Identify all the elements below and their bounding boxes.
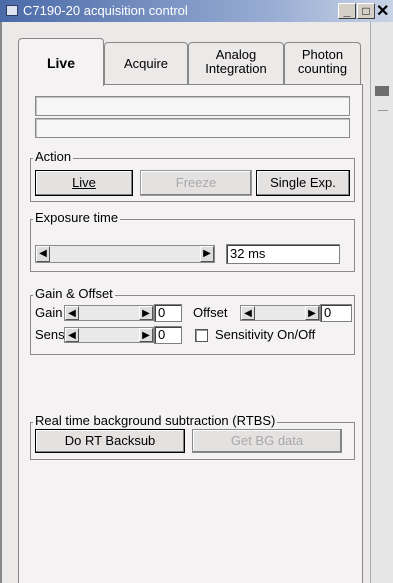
tab-photon-counting[interactable]: Photon counting — [284, 42, 361, 84]
sensitivity-checkbox-label: Sensitivity On/Off — [215, 327, 316, 342]
sensitivity-checkbox[interactable] — [195, 329, 208, 342]
scroll-right-arrow-icon[interactable]: ▶ — [305, 306, 319, 320]
divider — [378, 110, 388, 111]
app-icon[interactable] — [6, 5, 18, 16]
scroll-left-arrow-icon[interactable]: ◀ — [65, 328, 79, 342]
background-window-edge — [370, 22, 393, 583]
get-bg-data-button[interactable]: Get BG data — [192, 429, 342, 453]
sensitivity-slider[interactable]: ◀ ▶ — [64, 327, 154, 343]
status-box-1 — [35, 96, 350, 116]
offset-value-field[interactable]: 0 — [320, 304, 352, 322]
exposure-time-field[interactable]: 32 ms — [226, 244, 340, 264]
offset-label: Offset — [193, 305, 228, 320]
gain-value-field[interactable]: 0 — [154, 304, 182, 322]
window-title: C7190-20 acquisition control — [23, 3, 188, 18]
gain-offset-group-label: Gain & Offset — [33, 286, 115, 301]
close-icon[interactable]: ✕ — [376, 1, 389, 21]
tab-label: Acquire — [123, 56, 169, 71]
offset-slider[interactable]: ◀ ▶ — [240, 305, 320, 321]
tab-analog-integration[interactable]: Analog Integration — [188, 42, 284, 84]
status-box-2 — [35, 118, 350, 138]
gain-label: Gain — [35, 305, 63, 320]
freeze-button[interactable]: Freeze — [140, 170, 252, 196]
exposure-slider[interactable]: ◀ ▶ — [35, 245, 215, 263]
tab-acquire[interactable]: Acquire — [104, 42, 188, 84]
exposure-group-label: Exposure time — [33, 210, 121, 225]
tab-label: Live — [46, 55, 75, 71]
do-rt-backsub-button[interactable]: Do RT Backsub — [35, 429, 185, 453]
gain-slider[interactable]: ◀ ▶ — [64, 305, 154, 321]
tab-label: Photon counting — [297, 47, 348, 76]
rtbs-group-label: Real time background subtraction (RTBS) — [33, 413, 278, 428]
tab-live[interactable]: Live — [18, 38, 104, 86]
action-group-label: Action — [33, 149, 74, 164]
sens-value-field[interactable]: 0 — [154, 326, 182, 344]
scroll-left-arrow-icon[interactable]: ◀ — [36, 246, 50, 262]
gain-offset-group — [30, 295, 355, 355]
scroll-left-arrow-icon[interactable]: ◀ — [241, 306, 255, 320]
scroll-right-arrow-icon[interactable]: ▶ — [200, 246, 214, 262]
tab-label: Analog Integration — [205, 47, 267, 76]
minimize-button[interactable]: _ — [338, 3, 356, 19]
toolbar-icon — [375, 86, 389, 96]
scroll-right-arrow-icon[interactable]: ▶ — [139, 328, 153, 342]
scroll-left-arrow-icon[interactable]: ◀ — [65, 306, 79, 320]
single-exposure-button[interactable]: Single Exp. — [256, 170, 350, 196]
scroll-right-arrow-icon[interactable]: ▶ — [139, 306, 153, 320]
maximize-button[interactable]: □ — [357, 3, 375, 19]
live-button[interactable]: Live — [35, 170, 133, 196]
